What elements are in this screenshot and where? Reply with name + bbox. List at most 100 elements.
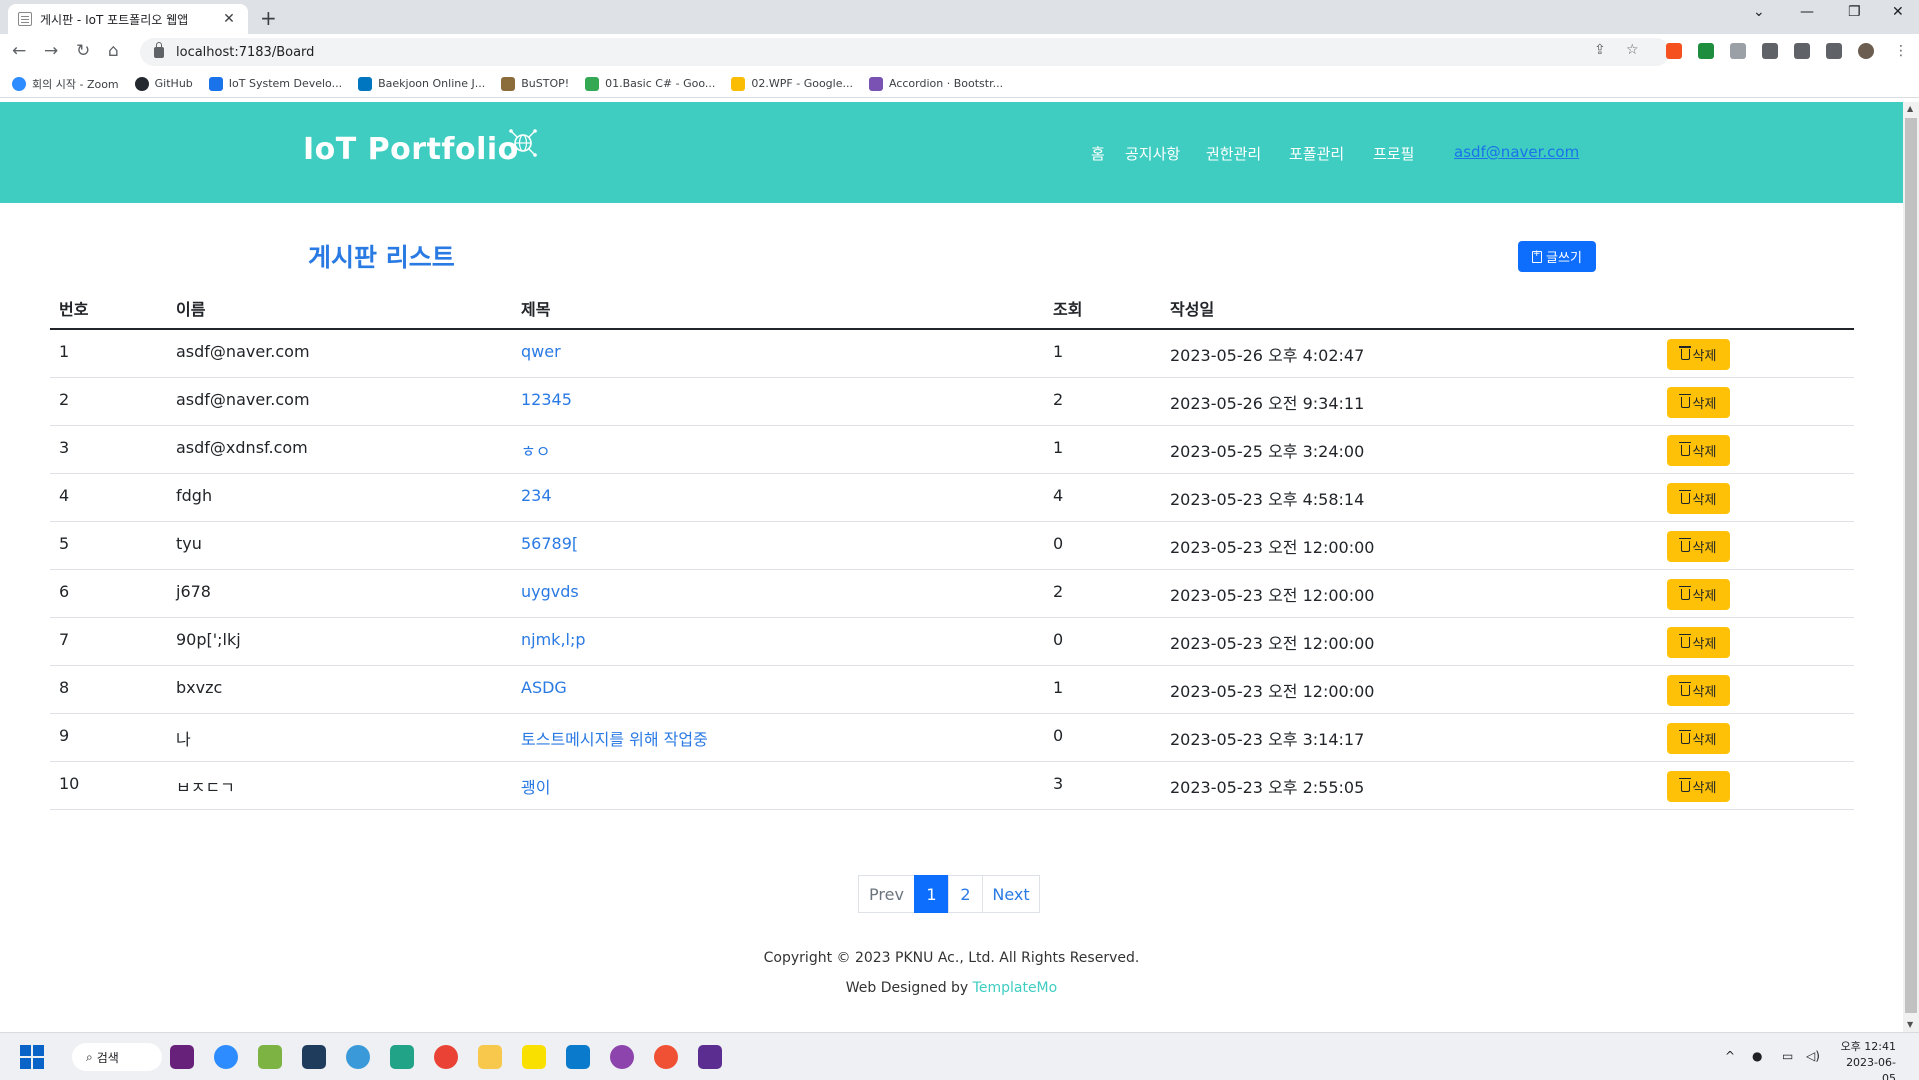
cell-title[interactable]: ASDG <box>512 665 1044 714</box>
side-panel-icon[interactable] <box>1826 43 1842 59</box>
post-title-link[interactable]: 12345 <box>521 390 572 409</box>
puzzle-icon[interactable] <box>1762 43 1778 59</box>
cell-title[interactable]: uygvds <box>512 569 1044 618</box>
download-arrow-extension-icon[interactable] <box>1698 43 1714 59</box>
system-clock[interactable]: 오후 12:41 2023-06-05 <box>1836 1039 1896 1080</box>
delete-button[interactable]: 삭제 <box>1667 530 1730 562</box>
bookmark-icon <box>501 76 516 91</box>
terminal-icon[interactable] <box>698 1045 722 1069</box>
delete-button[interactable]: 삭제 <box>1667 386 1730 418</box>
cell-title[interactable]: 괭이 <box>512 761 1044 810</box>
git-icon[interactable] <box>654 1045 678 1069</box>
app-icon[interactable] <box>390 1045 414 1069</box>
post-title-link[interactable]: 56789[ <box>521 534 578 553</box>
post-title-link[interactable]: ASDG <box>521 678 567 697</box>
nav-permissions[interactable]: 권한관리 <box>1206 143 1261 164</box>
home-icon[interactable]: ⌂ <box>108 41 119 61</box>
restore-icon[interactable]: ❐ <box>1848 4 1861 20</box>
tab-close-icon[interactable]: ✕ <box>220 11 238 27</box>
zoom-icon[interactable] <box>214 1045 238 1069</box>
pagination-page-2[interactable]: 2 <box>948 875 983 913</box>
scroll-up-arrow-icon[interactable]: ▲ <box>1907 104 1913 113</box>
table-row: 6 j678 uygvds 2 2023-05-23 오전 12:00:00 삭제 <box>50 569 1854 618</box>
write-post-button[interactable]: 글쓰기 <box>1518 241 1596 272</box>
chevron-up-icon[interactable]: ^ <box>1725 1049 1735 1063</box>
bookmark-item[interactable]: Accordion · Bootstr... <box>868 76 1003 91</box>
downloads-icon[interactable] <box>1794 43 1810 59</box>
cell-title[interactable]: 토스트메시지를 위해 작업중 <box>512 713 1044 762</box>
notepad-plus-icon[interactable] <box>258 1045 282 1069</box>
volume-icon[interactable]: ◁) <box>1806 1049 1820 1063</box>
bookmark-item[interactable]: 회의 시작 - Zoom <box>12 76 119 92</box>
browser-tab[interactable]: 게시판 - IoT 포트폴리오 웹앱 ✕ <box>8 4 248 34</box>
vscode-icon[interactable] <box>566 1045 590 1069</box>
pagination-prev[interactable]: Prev <box>858 875 915 913</box>
app-icon[interactable] <box>346 1045 370 1069</box>
windows-start-icon[interactable] <box>20 1045 44 1069</box>
post-title-link[interactable]: 토스트메시지를 위해 작업중 <box>521 730 708 749</box>
pagination-next[interactable]: Next <box>982 875 1040 913</box>
bookmark-star-icon[interactable]: ☆ <box>1626 42 1639 58</box>
post-title-link[interactable]: ㅎㅇ <box>521 442 550 461</box>
chrome-icon[interactable] <box>434 1045 458 1069</box>
forward-icon[interactable]: → <box>44 41 58 61</box>
bookmark-item[interactable]: GitHub <box>134 76 193 91</box>
nav-portfolio[interactable]: 포폴관리 <box>1289 143 1344 164</box>
delete-button[interactable]: 삭제 <box>1667 578 1730 610</box>
nav-home[interactable]: 홈 <box>1091 143 1105 164</box>
user-email-link[interactable]: asdf@naver.com <box>1454 143 1579 161</box>
post-title-link[interactable]: njmk,l;p <box>521 630 586 649</box>
bookmark-item[interactable]: 02.WPF - Google... <box>731 76 853 91</box>
delete-button[interactable]: 삭제 <box>1667 770 1730 802</box>
cell-title[interactable]: 234 <box>512 473 1044 522</box>
delete-button[interactable]: 삭제 <box>1667 674 1730 706</box>
bookmark-item[interactable]: Baekjoon Online J... <box>358 76 485 91</box>
site-logo[interactable]: IoT Portfolio <box>303 132 519 167</box>
url-text[interactable]: localhost:7183/Board <box>176 45 314 60</box>
scroll-down-arrow-icon[interactable]: ▼ <box>1907 1020 1913 1029</box>
visual-studio-icon[interactable] <box>170 1045 194 1069</box>
bookmark-item[interactable]: IoT System Develo... <box>208 76 342 91</box>
delete-button[interactable]: 삭제 <box>1667 482 1730 514</box>
nav-profile[interactable]: 프로필 <box>1373 143 1414 164</box>
menu-kebab-icon[interactable]: ⋮ <box>1894 43 1908 59</box>
cell-title[interactable]: ㅎㅇ <box>512 425 1044 474</box>
extension-icon[interactable] <box>1730 43 1746 59</box>
cell-title[interactable]: qwer <box>512 329 1044 378</box>
templatemo-link[interactable]: TemplateMo <box>973 980 1058 996</box>
new-tab-button[interactable]: + <box>260 6 277 30</box>
bookmark-item[interactable]: BuSTOP! <box>501 76 569 91</box>
cell-title[interactable]: 12345 <box>512 377 1044 426</box>
delete-button[interactable]: 삭제 <box>1667 626 1730 658</box>
window-close-icon[interactable]: ✕ <box>1892 4 1904 20</box>
back-icon[interactable]: ← <box>12 41 26 61</box>
delete-button[interactable]: 삭제 <box>1667 434 1730 466</box>
delete-button[interactable]: 삭제 <box>1667 722 1730 754</box>
tray-app-icon[interactable]: ● <box>1752 1049 1762 1063</box>
extension-icon[interactable] <box>1666 43 1682 59</box>
address-bar[interactable]: localhost:7183/Board <box>140 38 1670 66</box>
bookmark-item[interactable]: 01.Basic C# - Goo... <box>585 76 715 91</box>
page-scrollbar[interactable]: ▲ ▼ <box>1903 102 1919 1032</box>
reload-icon[interactable]: ↻ <box>76 41 90 61</box>
post-title-link[interactable]: 234 <box>521 486 552 505</box>
github-desktop-icon[interactable] <box>610 1045 634 1069</box>
network-icon[interactable]: ▭ <box>1782 1049 1793 1063</box>
file-explorer-icon[interactable] <box>478 1045 502 1069</box>
cell-title[interactable]: 56789[ <box>512 521 1044 570</box>
scrollbar-thumb[interactable] <box>1905 118 1917 1013</box>
pagination-page-1[interactable]: 1 <box>914 875 949 913</box>
kakaotalk-icon[interactable] <box>522 1045 546 1069</box>
minimize-icon[interactable]: — <box>1800 4 1814 20</box>
taskbar-search[interactable]: ⌕ 검색 <box>72 1043 162 1071</box>
share-icon[interactable]: ⇪ <box>1594 42 1606 58</box>
ssms-icon[interactable] <box>302 1045 326 1069</box>
cell-title[interactable]: njmk,l;p <box>512 617 1044 666</box>
nav-notice[interactable]: 공지사항 <box>1125 143 1180 164</box>
post-title-link[interactable]: uygvds <box>521 582 579 601</box>
profile-avatar[interactable] <box>1858 43 1874 59</box>
delete-button[interactable]: 삭제 <box>1667 339 1730 370</box>
tab-search-icon[interactable]: ⌄ <box>1753 4 1765 20</box>
post-title-link[interactable]: 괭이 <box>521 778 550 797</box>
post-title-link[interactable]: qwer <box>521 342 561 361</box>
